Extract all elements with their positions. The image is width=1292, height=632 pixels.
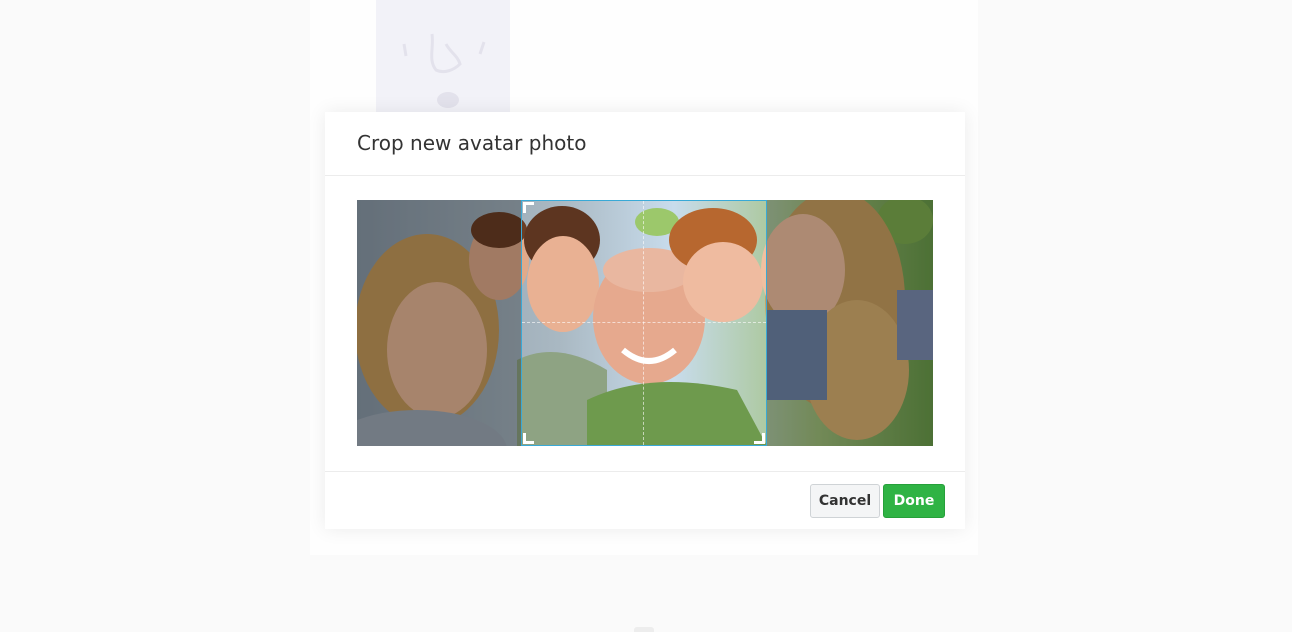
crop-area[interactable] [357,200,933,446]
crop-avatar-dialog: Crop new avatar photo Cancel Done [325,112,965,529]
crop-handle-bottom-right[interactable] [754,433,765,444]
crop-shade-left [357,200,521,446]
crop-selection[interactable] [521,200,767,446]
crop-guide-vertical [643,201,644,445]
crop-handle-bottom-left[interactable] [523,433,534,444]
cancel-button[interactable]: Cancel [810,484,880,518]
done-button[interactable]: Done [883,484,945,518]
crop-guide-horizontal [522,322,766,323]
dialog-footer: Cancel Done [325,471,965,530]
dialog-header: Crop new avatar photo [325,112,965,176]
dialog-title: Crop new avatar photo [357,131,587,155]
crop-handle-top-left[interactable] [523,202,534,213]
crop-shade-right [767,200,933,446]
dialog-body [325,176,965,471]
